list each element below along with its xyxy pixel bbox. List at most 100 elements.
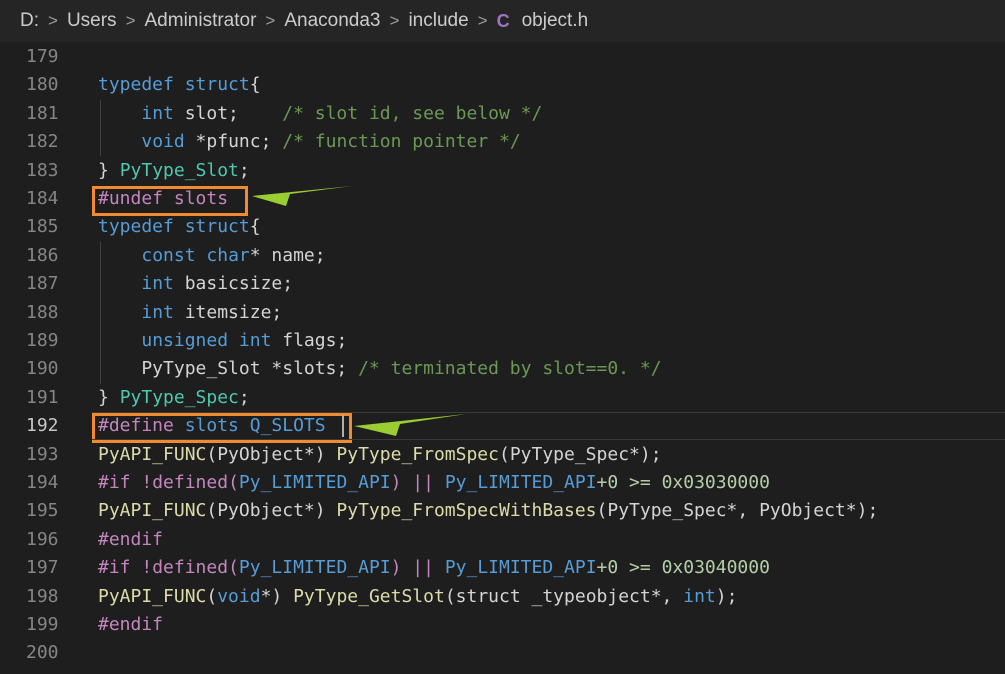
code-token: +0 >= 0x03030000 bbox=[596, 472, 770, 493]
code-line[interactable]: 197 #if !defined(Py_LIMITED_API) || Py_LI… bbox=[0, 554, 1005, 582]
code-text: int slot; /* slot id, see below */ bbox=[98, 100, 542, 128]
text-cursor bbox=[342, 415, 344, 438]
code-token: ) bbox=[390, 472, 402, 493]
line-number: 191 bbox=[26, 386, 59, 408]
code-token: struct bbox=[184, 74, 250, 96]
code-token: ; bbox=[238, 386, 250, 408]
code-text: int basicsize; bbox=[98, 270, 293, 298]
code-token: Py_LIMITED_API bbox=[238, 557, 391, 579]
code-line[interactable]: 198 PyAPI_FUNC(void*) PyType_GetSlot(stru… bbox=[0, 583, 1005, 611]
code-text: #endif bbox=[98, 526, 163, 554]
code-token: ( bbox=[228, 472, 239, 493]
code-token: ); bbox=[715, 585, 738, 607]
code-token: PyType_Slot *slots; bbox=[98, 358, 359, 380]
code-token: defined bbox=[152, 557, 229, 579]
code-token: #define bbox=[98, 415, 174, 437]
line-number: 197 bbox=[26, 557, 59, 579]
code-token: #undef bbox=[98, 188, 164, 209]
code-token: || bbox=[401, 557, 445, 579]
code-token: /* function pointer */ bbox=[282, 131, 521, 153]
code-line[interactable]: 181 int slot; /* slot id, see below */ bbox=[0, 100, 1005, 128]
code-text: #if !defined(Py_LIMITED_API) || Py_LIMIT… bbox=[98, 469, 770, 497]
code-editor[interactable]: 179 180 typedef struct{181 int slot; /* sl… bbox=[0, 42, 1005, 674]
code-text: PyAPI_FUNC(PyObject*) PyType_FromSpecWit… bbox=[98, 497, 878, 525]
code-line[interactable]: 193 PyAPI_FUNC(PyObject*) PyType_FromSpec… bbox=[0, 441, 1005, 469]
breadcrumb-file[interactable]: object.h bbox=[522, 10, 589, 32]
code-line[interactable]: 185 typedef struct{ bbox=[0, 213, 1005, 241]
line-number: 198 bbox=[26, 585, 59, 607]
code-line[interactable]: 182 void *pfunc; /* function pointer */ bbox=[0, 128, 1005, 156]
code-token: * name; bbox=[249, 244, 326, 266]
code-token: (struct _typeobject*, bbox=[444, 585, 684, 607]
code-token: /* slot id, see below */ bbox=[282, 102, 543, 124]
line-number: 186 bbox=[26, 244, 59, 266]
line-number: 179 bbox=[26, 46, 59, 67]
code-token: basicsize; bbox=[173, 273, 294, 295]
code-text: #define slots Q_SLOTS bbox=[98, 412, 326, 440]
code-line[interactable]: 188 int itemsize; bbox=[0, 299, 1005, 327]
code-token: (PyType_Spec*); bbox=[498, 443, 662, 465]
code-token: +0 >= 0x03040000 bbox=[596, 557, 770, 579]
code-line[interactable]: 190 PyType_Slot *slots; /* terminated by… bbox=[0, 355, 1005, 383]
code-token: PyType_Spec bbox=[119, 386, 239, 408]
code-line[interactable]: 192 #define slots Q_SLOTS bbox=[0, 412, 1005, 441]
code-token: { bbox=[249, 216, 261, 238]
code-text: PyAPI_FUNC(PyObject*) PyType_FromSpec(Py… bbox=[98, 441, 662, 469]
code-text: } PyType_Spec; bbox=[98, 384, 250, 412]
code-token: Py_LIMITED_API bbox=[238, 472, 391, 493]
code-line[interactable]: 187 int basicsize; bbox=[0, 270, 1005, 298]
code-token: void bbox=[217, 585, 261, 607]
code-text: #endif bbox=[98, 611, 163, 639]
breadcrumb-administrator[interactable]: Administrator bbox=[145, 10, 257, 32]
code-text: typedef struct{ bbox=[98, 213, 261, 241]
code-text: const char* name; bbox=[98, 242, 326, 270]
line-number: 190 bbox=[26, 358, 59, 380]
code-line[interactable]: 183} PyType_Slot; bbox=[0, 157, 1005, 185]
chevron-right-icon: > bbox=[265, 11, 276, 30]
code-line[interactable]: 189 unsigned int flags; bbox=[0, 327, 1005, 355]
code-token: #endif bbox=[98, 528, 164, 550]
code-line[interactable]: 199 #endif bbox=[0, 611, 1005, 639]
code-token: PyType_FromSpecWithBases bbox=[336, 500, 597, 522]
code-text: int itemsize; bbox=[98, 299, 282, 327]
breadcrumb-users[interactable]: Users bbox=[67, 10, 117, 32]
line-number: 196 bbox=[26, 528, 59, 550]
line-number: 181 bbox=[26, 102, 59, 124]
code-line[interactable]: 194 #if !defined(Py_LIMITED_API) || Py_LI… bbox=[0, 469, 1005, 497]
c-file-icon: C bbox=[496, 10, 510, 31]
code-text: #if !defined(Py_LIMITED_API) || Py_LIMIT… bbox=[98, 554, 770, 582]
code-token: typedef bbox=[98, 216, 174, 238]
code-token: *pfunc; bbox=[184, 131, 283, 153]
code-line[interactable]: 195 PyAPI_FUNC(PyObject*) PyType_FromSpec… bbox=[0, 497, 1005, 525]
breadcrumb-include[interactable]: include bbox=[408, 10, 468, 32]
code-line[interactable]: 196 #endif bbox=[0, 526, 1005, 554]
code-text: PyType_Slot *slots; /* terminated by slo… bbox=[98, 355, 661, 383]
code-token: PyType_FromSpec bbox=[336, 443, 499, 465]
line-number: 185 bbox=[26, 216, 59, 238]
code-token: typedef bbox=[98, 74, 174, 96]
code-line[interactable]: 186 const char* name; bbox=[0, 242, 1005, 270]
code-token: void bbox=[141, 131, 185, 153]
code-text: void *pfunc; /* function pointer */ bbox=[98, 128, 521, 156]
code-token: defined bbox=[152, 472, 229, 493]
code-token: flags; bbox=[271, 330, 348, 351]
code-line[interactable]: 200 bbox=[0, 639, 1005, 667]
code-line[interactable]: 184 #undef slots bbox=[0, 185, 1005, 213]
code-token: ) bbox=[390, 557, 402, 579]
breadcrumb-anaconda3[interactable]: Anaconda3 bbox=[284, 10, 380, 32]
code-text: typedef struct{ bbox=[98, 71, 261, 99]
code-line[interactable]: 179 bbox=[0, 43, 1005, 71]
code-token: slots bbox=[184, 415, 239, 437]
line-number: 189 bbox=[26, 330, 59, 351]
code-line[interactable]: 180 typedef struct{ bbox=[0, 71, 1005, 99]
code-line[interactable]: 191 } PyType_Spec; bbox=[0, 384, 1005, 412]
breadcrumb-drive[interactable]: D: bbox=[20, 10, 39, 32]
